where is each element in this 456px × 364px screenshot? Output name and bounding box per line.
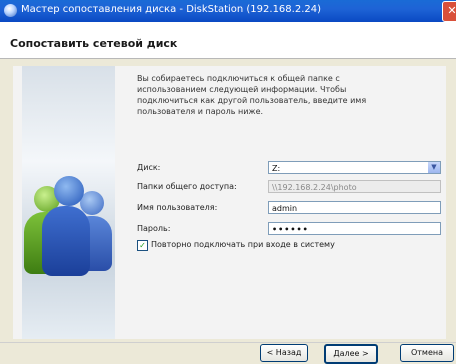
username-label: Имя пользователя: <box>137 203 218 212</box>
title-bar[interactable]: Мастер сопоставления диска - DiskStation… <box>0 0 456 22</box>
users-group-illustration <box>22 66 115 339</box>
user-figure-main-head <box>54 176 84 206</box>
wizard-window: Мастер сопоставления диска - DiskStation… <box>0 0 456 364</box>
next-button[interactable]: Далее > <box>324 344 378 364</box>
cancel-button[interactable]: Отмена <box>400 344 454 362</box>
wizard-header: Сопоставить сетевой диск <box>0 22 456 59</box>
footer-divider <box>0 342 456 343</box>
network-drive-icon <box>4 4 17 17</box>
reconnect-label: Повторно подключать при входе в систему <box>151 240 335 249</box>
close-button[interactable]: ✕ <box>442 1 456 22</box>
page-title: Сопоставить сетевой диск <box>10 37 178 50</box>
password-label: Пароль: <box>137 224 171 233</box>
username-field[interactable]: admin <box>268 201 441 214</box>
disk-select-value: Z: <box>272 164 281 173</box>
user-figure-blue-head <box>80 191 104 215</box>
user-figure-main-body <box>42 206 90 276</box>
chevron-down-icon[interactable]: ▼ <box>428 162 440 173</box>
share-label: Папки общего доступа: <box>137 182 237 191</box>
share-path-field: \\192.168.2.24\photo <box>268 180 441 193</box>
disk-label: Диск: <box>137 163 161 172</box>
intro-text: Вы собираетесь подключиться к общей папк… <box>137 74 367 116</box>
password-field[interactable]: •••••• <box>268 222 441 235</box>
back-button[interactable]: < Назад <box>260 344 308 362</box>
window-title: Мастер сопоставления диска - DiskStation… <box>21 4 322 15</box>
disk-select[interactable]: Z: ▼ <box>268 161 441 174</box>
reconnect-checkbox[interactable]: ✓ <box>137 240 148 251</box>
